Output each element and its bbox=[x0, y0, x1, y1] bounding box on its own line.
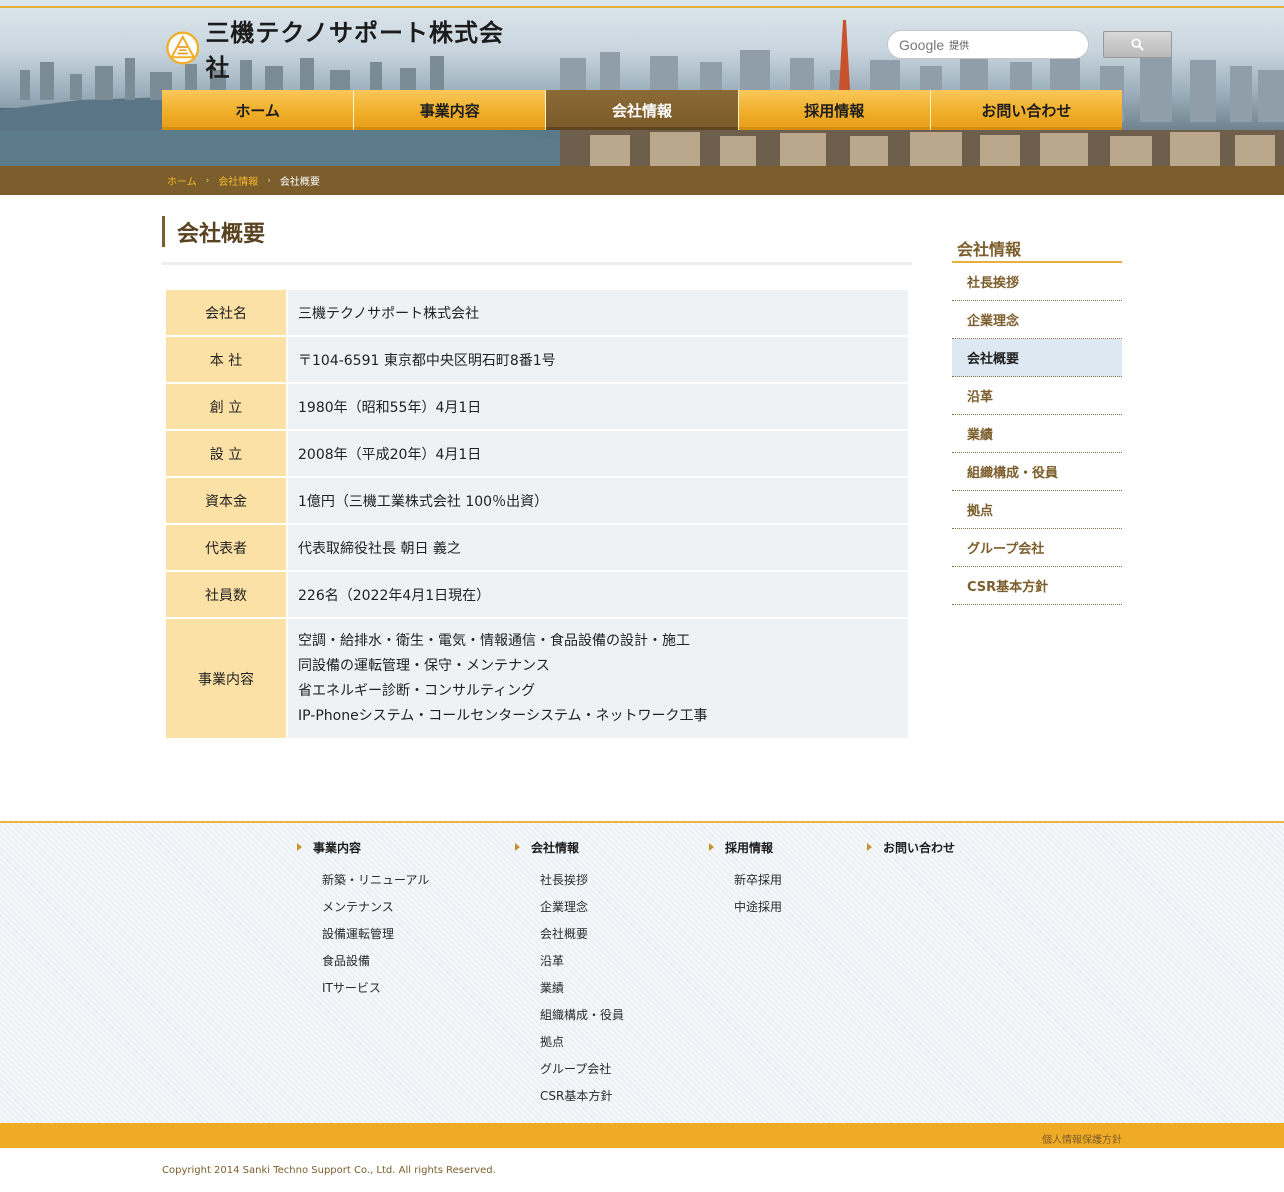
sidebar-item-group[interactable]: グループ会社 bbox=[952, 529, 1122, 567]
table-row: 創 立 1980年（昭和55年）4月1日 bbox=[166, 384, 908, 429]
table-row: 社員数 226名（2022年4月1日現在） bbox=[166, 572, 908, 617]
footer-column-company: 会社情報 社長挨拶 企業理念 会社概要 沿革 業績 組織構成・役員 拠点 グルー… bbox=[515, 839, 624, 1109]
sidebar-item-organization[interactable]: 組織構成・役員 bbox=[952, 453, 1122, 491]
chevron-right-icon: › bbox=[205, 175, 210, 186]
row-value: 226名（2022年4月1日現在） bbox=[288, 572, 908, 617]
footer-link[interactable]: メンテナンス bbox=[322, 893, 429, 920]
footer-heading[interactable]: 会社情報 bbox=[515, 839, 624, 855]
row-value: 空調・給排水・衛生・電気・情報通信・食品設備の設計・施工 同設備の運転管理・保守… bbox=[288, 619, 908, 738]
footer-link[interactable]: 組織構成・役員 bbox=[540, 1001, 624, 1028]
row-value: 2008年（平成20年）4月1日 bbox=[288, 431, 908, 476]
sidebar-item-message[interactable]: 社長挨拶 bbox=[952, 263, 1122, 301]
header: 三機テクノサポート株式会社 Google 提供 ホーム 事業内容 会社情報 採用… bbox=[0, 0, 1284, 166]
table-row: 資本金 1億円（三機工業株式会社 100％出資） bbox=[166, 478, 908, 523]
footer-heading[interactable]: お問い合わせ bbox=[867, 839, 955, 855]
triangle-right-icon bbox=[297, 843, 302, 851]
footer-link[interactable]: 新卒採用 bbox=[734, 866, 782, 893]
sidebar-item-history[interactable]: 沿革 bbox=[952, 377, 1122, 415]
row-label: 資本金 bbox=[166, 478, 286, 523]
breadcrumb-home[interactable]: ホーム bbox=[167, 173, 197, 188]
title-divider bbox=[162, 262, 912, 265]
footer-heading[interactable]: 採用情報 bbox=[709, 839, 782, 855]
table-row: 会社名 三機テクノサポート株式会社 bbox=[166, 290, 908, 335]
row-label: 創 立 bbox=[166, 384, 286, 429]
business-line: 省エネルギー診断・コンサルティング bbox=[298, 682, 536, 699]
row-label: 会社名 bbox=[166, 290, 286, 335]
footer-link[interactable]: 設備運転管理 bbox=[322, 920, 429, 947]
footer-column-recruit: 採用情報 新卒採用 中途採用 bbox=[709, 839, 782, 920]
nav-home[interactable]: ホーム bbox=[162, 90, 355, 130]
company-info-table: 会社名 三機テクノサポート株式会社 本 社 〒104-6591 東京都中央区明石… bbox=[164, 288, 910, 740]
footer-column-business: 事業内容 新築・リニューアル メンテナンス 設備運転管理 食品設備 ITサービス bbox=[297, 839, 429, 1001]
table-row: 本 社 〒104-6591 東京都中央区明石町8番1号 bbox=[166, 337, 908, 382]
sidebar-item-locations[interactable]: 拠点 bbox=[952, 491, 1122, 529]
logo[interactable]: 三機テクノサポート株式会社 bbox=[166, 19, 506, 82]
triangle-right-icon bbox=[515, 843, 520, 851]
sidebar-item-results[interactable]: 業績 bbox=[952, 415, 1122, 453]
provided-label: 提供 bbox=[949, 41, 970, 52]
logo-text: 三機テクノサポート株式会社 bbox=[205, 19, 504, 82]
logo-mark-icon bbox=[166, 31, 200, 65]
sidebar-nav: 社長挨拶 企業理念 会社概要 沿革 業績 組織構成・役員 拠点 グループ会社 C… bbox=[952, 263, 1122, 605]
copyright: Copyright 2014 Sanki Techno Support Co.,… bbox=[162, 1165, 496, 1176]
footer-link[interactable]: 新築・リニューアル bbox=[322, 866, 429, 893]
footer-sitemap: 事業内容 新築・リニューアル メンテナンス 設備運転管理 食品設備 ITサービス… bbox=[0, 821, 1284, 1123]
footer-link[interactable]: 沿革 bbox=[540, 947, 624, 974]
row-label: 事業内容 bbox=[166, 619, 286, 738]
chevron-right-icon: › bbox=[267, 175, 271, 186]
footer-link[interactable]: 業績 bbox=[540, 974, 624, 1001]
business-line: IP-Phoneシステム・コールセンターシステム・ネットワーク工事 bbox=[298, 707, 708, 724]
business-line: 同設備の運転管理・保守・メンテナンス bbox=[298, 657, 550, 674]
breadcrumb: ホーム › 会社情報 › 会社概要 bbox=[167, 166, 320, 195]
table-row: 設 立 2008年（平成20年）4月1日 bbox=[166, 431, 908, 476]
footer-link[interactable]: 食品設備 bbox=[322, 947, 429, 974]
footer-link[interactable]: 社長挨拶 bbox=[540, 866, 624, 893]
footer-link[interactable]: ITサービス bbox=[322, 974, 429, 1001]
row-value: 1980年（昭和55年）4月1日 bbox=[288, 384, 908, 429]
page-title: 会社概要 bbox=[162, 216, 265, 247]
table-row: 代表者 代表取締役社長 朝日 義之 bbox=[166, 525, 908, 570]
row-label: 代表者 bbox=[166, 525, 286, 570]
row-label: 社員数 bbox=[166, 572, 286, 617]
footer-link[interactable]: 企業理念 bbox=[540, 893, 624, 920]
sidebar-title[interactable]: 会社情報 bbox=[957, 236, 1021, 260]
global-nav: ホーム 事業内容 会社情報 採用情報 お問い合わせ bbox=[162, 90, 1123, 130]
row-value: 〒104-6591 東京都中央区明石町8番1号 bbox=[288, 337, 908, 382]
nav-contact[interactable]: お問い合わせ bbox=[930, 90, 1123, 130]
header-top-line bbox=[0, 6, 1284, 8]
row-value: 1億円（三機工業株式会社 100％出資） bbox=[288, 478, 908, 523]
footer-link[interactable]: 拠点 bbox=[540, 1028, 624, 1055]
row-value: 三機テクノサポート株式会社 bbox=[288, 290, 908, 335]
footer-link[interactable]: CSR基本方針 bbox=[540, 1082, 624, 1109]
triangle-right-icon bbox=[867, 843, 872, 851]
search-icon bbox=[1131, 38, 1144, 51]
triangle-right-icon bbox=[709, 843, 714, 851]
sidebar-item-csr[interactable]: CSR基本方針 bbox=[952, 567, 1122, 605]
breadcrumb-section[interactable]: 会社情報 bbox=[218, 173, 258, 188]
footer-link[interactable]: 会社概要 bbox=[540, 920, 624, 947]
nav-business[interactable]: 事業内容 bbox=[354, 90, 547, 130]
google-brand: Google bbox=[899, 36, 945, 53]
city-skyline-image bbox=[0, 20, 1284, 166]
table-row: 事業内容 空調・給排水・衛生・電気・情報通信・食品設備の設計・施工 同設備の運転… bbox=[166, 619, 908, 738]
row-label: 本 社 bbox=[166, 337, 286, 382]
search-input[interactable] bbox=[973, 37, 1074, 52]
site-search-box[interactable]: Google 提供 bbox=[887, 30, 1089, 59]
footer-heading[interactable]: 事業内容 bbox=[297, 839, 429, 855]
privacy-policy-link[interactable]: 個人情報保護方針 bbox=[1042, 1131, 1122, 1146]
breadcrumb-current: 会社概要 bbox=[279, 177, 320, 188]
footer-link[interactable]: グループ会社 bbox=[540, 1055, 624, 1082]
business-line: 空調・給排水・衛生・電気・情報通信・食品設備の設計・施工 bbox=[298, 632, 690, 649]
footer-link[interactable]: 中途採用 bbox=[734, 893, 782, 920]
row-label: 設 立 bbox=[166, 431, 286, 476]
footer-column-contact: お問い合わせ bbox=[867, 839, 955, 855]
sidebar-item-overview[interactable]: 会社概要 bbox=[952, 339, 1122, 377]
breadcrumb-bar: ホーム › 会社情報 › 会社概要 bbox=[0, 166, 1284, 195]
search-button[interactable] bbox=[1103, 31, 1172, 58]
sidebar-item-philosophy[interactable]: 企業理念 bbox=[952, 301, 1122, 339]
row-value: 代表取締役社長 朝日 義之 bbox=[288, 525, 908, 570]
nav-company[interactable]: 会社情報 bbox=[546, 90, 739, 130]
nav-recruit[interactable]: 採用情報 bbox=[738, 90, 931, 130]
